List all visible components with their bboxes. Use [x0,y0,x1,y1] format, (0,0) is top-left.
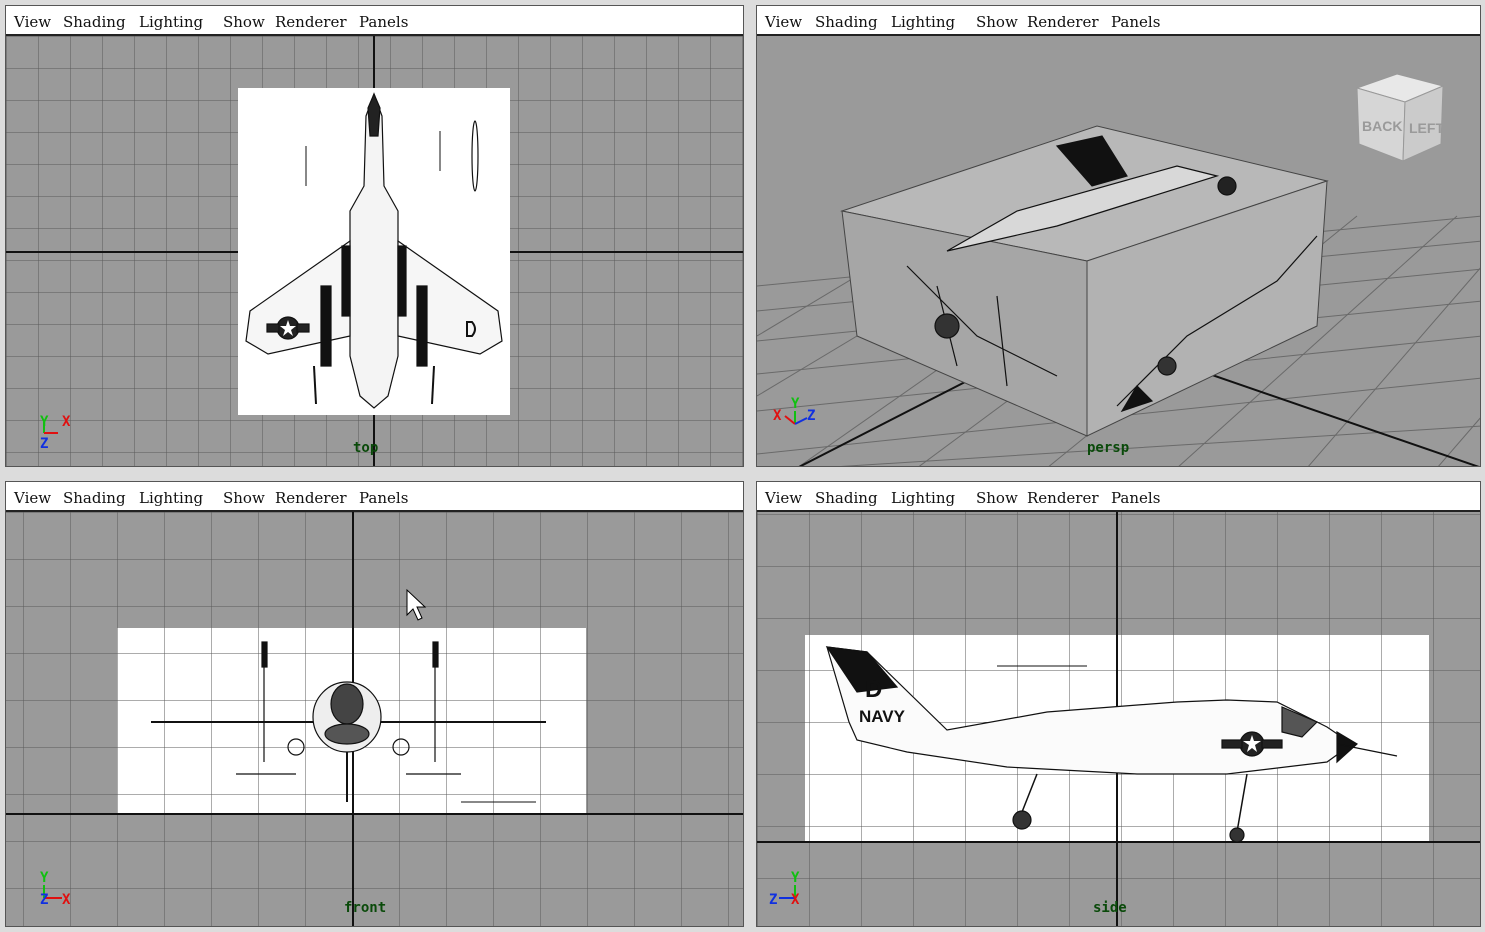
axis-x-label: X [62,892,71,908]
grid-and-image: D NAVY Y Z X [757,512,1480,926]
viewport-canvas[interactable]: D NAVY Y Z X side [757,512,1480,926]
menu-show[interactable]: Show [976,13,1018,31]
menu-shading[interactable]: Shading [815,489,878,507]
menu-shading[interactable]: Shading [63,489,126,507]
viewport-panel-top[interactable]: View Shading Lighting Show Renderer Pane… [5,5,744,467]
menu-panels[interactable]: Panels [1111,13,1160,31]
view-cube-back-label: BACK [1362,118,1402,134]
axis-y-label: Y [40,414,49,430]
axis-z-label: Z [40,436,48,452]
menu-lighting[interactable]: Lighting [891,13,955,31]
menu-renderer[interactable]: Renderer [275,13,347,31]
viewport-panel-front[interactable]: View Shading Lighting Show Renderer Pane… [5,481,744,927]
axis-x-label: X [791,892,800,908]
panel-menubar: View Shading Lighting Show Renderer Pane… [6,482,743,512]
menu-renderer[interactable]: Renderer [275,489,347,507]
grid-and-image: Y Z X [6,512,743,926]
camera-label: side [1093,900,1127,916]
view-cube-left-label: LEFT [1409,120,1444,136]
menu-shading[interactable]: Shading [63,13,126,31]
menu-lighting[interactable]: Lighting [891,489,955,507]
menu-renderer[interactable]: Renderer [1027,489,1099,507]
menu-panels[interactable]: Panels [359,489,408,507]
panel-menubar: View Shading Lighting Show Renderer Pane… [757,6,1480,36]
menu-view[interactable]: View [14,13,51,31]
menu-renderer[interactable]: Renderer [1027,13,1099,31]
axis-y-label: Y [791,870,800,886]
menu-lighting[interactable]: Lighting [139,13,203,31]
camera-label: top [353,440,379,456]
menu-show[interactable]: Show [223,13,265,31]
axis-x-label: X [773,408,782,424]
viewport-canvas[interactable]: Y Z X front [6,512,743,926]
axis-z-label: Z [807,408,815,424]
view-cube[interactable]: BACK LEFT [1355,73,1445,162]
menu-lighting[interactable]: Lighting [139,489,203,507]
menu-show[interactable]: Show [223,489,265,507]
axis-y-label: Y [791,396,800,412]
viewport-canvas[interactable]: Y X Z top [6,36,743,466]
viewport-panel-persp[interactable]: View Shading Lighting Show Renderer Pane… [756,5,1481,467]
menu-panels[interactable]: Panels [1111,489,1160,507]
viewport-panel-side[interactable]: View Shading Lighting Show Renderer Pane… [756,481,1481,927]
panel-menubar: View Shading Lighting Show Renderer Pane… [6,6,743,36]
menu-view[interactable]: View [765,489,802,507]
axis-z-label: Z [40,892,48,908]
axis-x-label: X [62,414,71,430]
axis-y-label: Y [40,870,49,886]
grid-and-image: Y X Z [6,36,743,466]
menu-show[interactable]: Show [976,489,1018,507]
viewport-canvas[interactable]: BACK LEFT Y X Z persp [757,36,1480,466]
menu-shading[interactable]: Shading [815,13,878,31]
menu-view[interactable]: View [14,489,51,507]
tail-text: NAVY [859,707,906,726]
camera-label: persp [1087,440,1130,456]
persp-scene: BACK LEFT Y X Z [757,36,1480,466]
tail-letter: D [865,676,882,703]
panel-menubar: View Shading Lighting Show Renderer Pane… [757,482,1480,512]
menu-view[interactable]: View [765,13,802,31]
camera-label: front [344,900,387,916]
menu-panels[interactable]: Panels [359,13,408,31]
axis-z-label: Z [769,892,777,908]
